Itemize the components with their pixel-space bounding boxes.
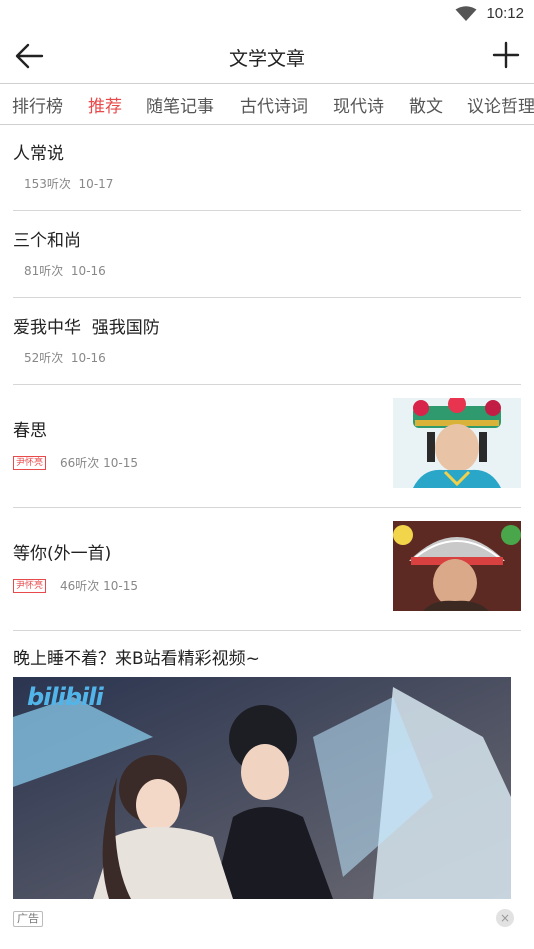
listen-count: 46听次 <box>60 579 100 593</box>
article-meta: 尹怀亮 66听次 10-15 <box>13 454 138 471</box>
publish-date: 10-17 <box>78 177 114 191</box>
status-bar: 10:12 <box>0 0 534 28</box>
tab-prose[interactable]: 散文 <box>409 92 443 117</box>
article-title: 等你(外一首) <box>13 544 112 564</box>
article-item[interactable]: 爱我中华 强我国防 52听次 10-16 <box>13 298 521 385</box>
tab-essays[interactable]: 随笔记事 <box>146 92 214 117</box>
tab-ranking[interactable]: 排行榜 <box>12 92 63 117</box>
publish-date: 10-16 <box>70 351 106 365</box>
tab-philosophy[interactable]: 议论哲理 <box>467 92 534 117</box>
article-meta: 尹怀亮 46听次 10-15 <box>13 577 138 594</box>
article-title: 三个和尚 <box>13 231 81 251</box>
article-item[interactable]: 等你(外一首) 尹怀亮 46听次 10-15 <box>13 508 521 631</box>
article-thumbnail <box>393 521 521 611</box>
tab-recommended[interactable]: 推荐 <box>88 92 122 117</box>
category-tabs: 排行榜 推荐 随笔记事 古代诗词 现代诗 散文 议论哲理 <box>0 83 534 125</box>
article-title: 人常说 <box>13 144 64 164</box>
article-title: 春思 <box>13 421 47 441</box>
ad-title[interactable]: 晚上睡不着？来B站看精彩视频~ <box>13 644 260 669</box>
article-meta: 52听次 10-16 <box>24 349 106 366</box>
bilibili-logo: bilibili <box>27 683 104 711</box>
author-badge: 尹怀亮 <box>13 578 47 593</box>
tab-classical-poetry[interactable]: 古代诗词 <box>240 92 308 117</box>
article-meta: 81听次 10-16 <box>24 262 106 279</box>
article-title: 爱我中华 强我国防 <box>13 318 160 338</box>
status-time: 10:12 <box>486 5 524 22</box>
listen-count: 81听次 <box>24 264 64 278</box>
ad-image[interactable]: bilibili <box>13 677 511 899</box>
publish-date: 10-15 <box>103 578 138 593</box>
page-title: 文学文章 <box>228 48 305 70</box>
listen-count: 52听次 <box>24 351 64 365</box>
tab-modern-poetry[interactable]: 现代诗 <box>333 92 384 117</box>
plus-icon[interactable] <box>492 41 520 69</box>
article-list: 人常说 153听次 10-17 三个和尚 81听次 10-16 爱我中华 强我国… <box>13 124 521 631</box>
title-bar: 文学文章 <box>0 28 534 84</box>
article-meta: 153听次 10-17 <box>24 175 113 192</box>
close-icon[interactable]: × <box>496 909 514 927</box>
article-item[interactable]: 春思 尹怀亮 66听次 10-15 <box>13 385 521 508</box>
article-item[interactable]: 三个和尚 81听次 10-16 <box>13 211 521 298</box>
listen-count: 66听次 <box>60 456 100 470</box>
wifi-icon <box>455 6 477 21</box>
publish-date: 10-16 <box>70 264 106 278</box>
ad-block: 晚上睡不着？来B站看精彩视频~ bilibili 广告 × <box>13 630 521 949</box>
author-badge: 尹怀亮 <box>13 455 47 470</box>
article-item[interactable]: 人常说 153听次 10-17 <box>13 124 521 211</box>
article-thumbnail <box>393 398 521 488</box>
listen-count: 153听次 <box>24 177 71 191</box>
publish-date: 10-15 <box>103 455 138 470</box>
ad-badge: 广告 <box>13 911 43 927</box>
